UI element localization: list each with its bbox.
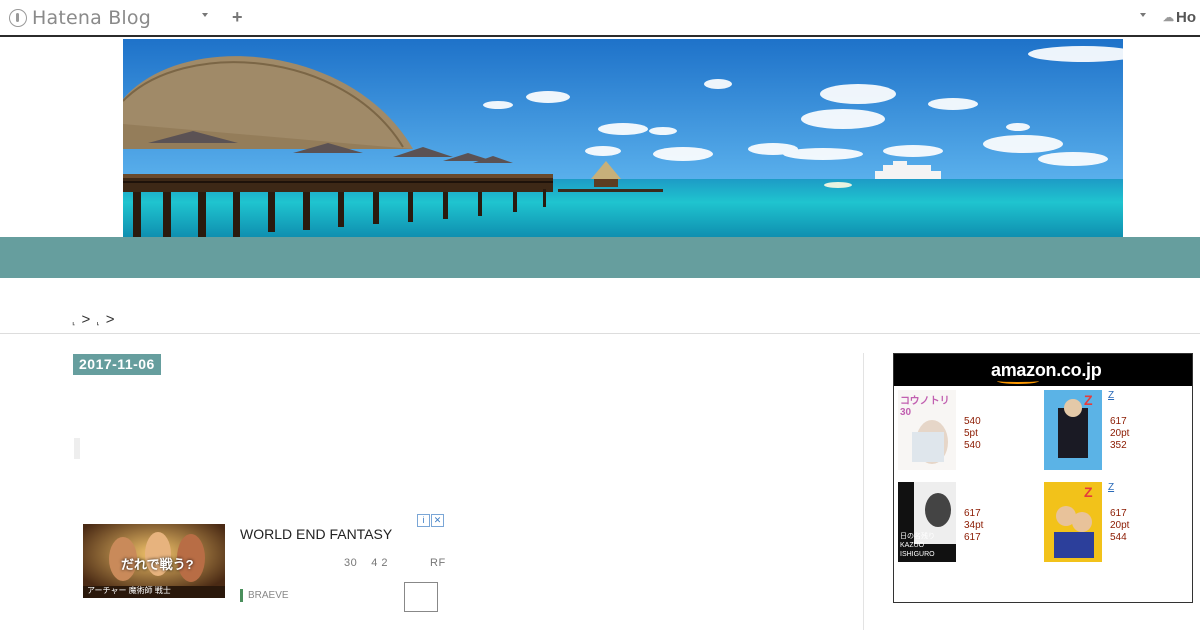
entry-blockquote <box>74 438 80 459</box>
product-link[interactable] <box>962 390 1032 402</box>
breadcrumb: ⸤ > ⸤ > <box>72 311 115 328</box>
ad-brand[interactable]: BRAEVE <box>240 589 289 602</box>
product-link[interactable]: Z <box>1108 482 1178 494</box>
ad-desc-text: 30 <box>344 557 358 569</box>
ad-image-subcaption: アーチャー 魔術師 戦士 <box>87 586 171 595</box>
top-navigation-bar: Hatena Blog + ☁ Ho <box>0 0 1200 37</box>
close-icon[interactable]: ✕ <box>431 514 444 527</box>
product-cover[interactable]: コウノトリ 30 <box>898 390 956 470</box>
breadcrumb-home-link[interactable]: ⸤ <box>72 316 76 327</box>
product-prices: 617 20pt 544 <box>1110 508 1129 544</box>
product-points: 5pt <box>964 428 978 439</box>
product-cover[interactable]: 日の名残り KAZUO ISHIGURO <box>898 482 956 562</box>
hatena-cloud-icon: ☁ <box>1163 12 1174 24</box>
logo-text: Hatena Blog <box>32 7 151 29</box>
product-prices: 540 5pt 540 <box>964 416 981 452</box>
hatena-right-logo[interactable]: ☁ Ho <box>1163 9 1196 26</box>
hatena-logo-icon <box>9 9 27 27</box>
ad-desc-text: 4 2 <box>371 557 389 569</box>
product-used-price: 352 <box>1110 440 1127 451</box>
menu-dropdown-icon[interactable] <box>202 13 208 17</box>
user-dropdown-icon[interactable] <box>1140 13 1146 17</box>
product-cover[interactable]: Z <box>1044 482 1102 562</box>
ad-description: 30 4 2 RF <box>344 557 446 569</box>
blog-header-image[interactable] <box>123 39 1123 237</box>
product-link[interactable]: Z <box>1108 390 1178 402</box>
product-points: 20pt <box>1110 428 1130 439</box>
product-used-price: 544 <box>1110 532 1127 543</box>
ad-desc-text: RF <box>430 557 446 569</box>
product-used-price: 617 <box>964 532 981 543</box>
content-divider <box>0 333 1200 334</box>
product-price: 617 <box>1110 416 1127 427</box>
amazon-header[interactable]: amazon.co.jp <box>894 354 1192 386</box>
product-cover[interactable]: Z <box>1044 390 1102 470</box>
breadcrumb-separator: > <box>105 311 115 328</box>
product-points: 34pt <box>964 520 984 531</box>
hatena-blog-logo[interactable]: Hatena Blog <box>9 7 151 29</box>
info-icon[interactable]: i <box>417 514 430 527</box>
product-link[interactable] <box>962 482 1032 494</box>
product-points: 20pt <box>1110 520 1130 531</box>
amazon-product[interactable]: 日の名残り KAZUO ISHIGURO 617 34pt 617 <box>894 478 1034 568</box>
advertisement[interactable]: だれで戦う? アーチャー 魔術師 戦士 WORLD END FANTASY 30… <box>75 510 450 625</box>
breadcrumb-category-link[interactable]: ⸤ <box>96 316 100 327</box>
right-logo-text: Ho <box>1176 9 1196 26</box>
amazon-product[interactable]: Z Z 617 20pt 544 <box>1040 478 1180 568</box>
product-cover-title: Z <box>1084 392 1093 408</box>
sidebar-divider <box>863 353 864 630</box>
ad-cta-button[interactable] <box>404 582 438 612</box>
amazon-product[interactable]: コウノトリ 30 540 5pt 540 <box>894 386 1034 476</box>
product-cover-title: 日の名残り KAZUO ISHIGURO <box>900 533 935 558</box>
ad-choices[interactable]: i ✕ <box>417 514 444 527</box>
product-used-price: 540 <box>964 440 981 451</box>
breadcrumb-separator: > <box>81 311 91 328</box>
product-cover-title: コウノトリ 30 <box>900 396 950 418</box>
product-price: 617 <box>1110 508 1127 519</box>
product-price: 540 <box>964 416 981 427</box>
header-color-band <box>0 237 1200 278</box>
product-price: 617 <box>964 508 981 519</box>
add-button[interactable]: + <box>232 7 243 28</box>
entry-date[interactable]: 2017-11-06 <box>73 354 161 375</box>
ad-title[interactable]: WORLD END FANTASY <box>240 526 392 542</box>
product-prices: 617 34pt 617 <box>964 508 983 544</box>
product-cover-title: Z <box>1084 484 1093 500</box>
amazon-smile-icon <box>997 378 1039 384</box>
product-prices: 617 20pt 352 <box>1110 416 1129 452</box>
amazon-product[interactable]: Z Z 617 20pt 352 <box>1040 386 1180 476</box>
ad-image[interactable]: だれで戦う? アーチャー 魔術師 戦士 <box>83 524 225 598</box>
ad-image-caption: だれで戦う? <box>121 557 194 572</box>
amazon-widget: amazon.co.jp コウノトリ 30 540 5pt 540 Z Z 61… <box>893 353 1193 603</box>
